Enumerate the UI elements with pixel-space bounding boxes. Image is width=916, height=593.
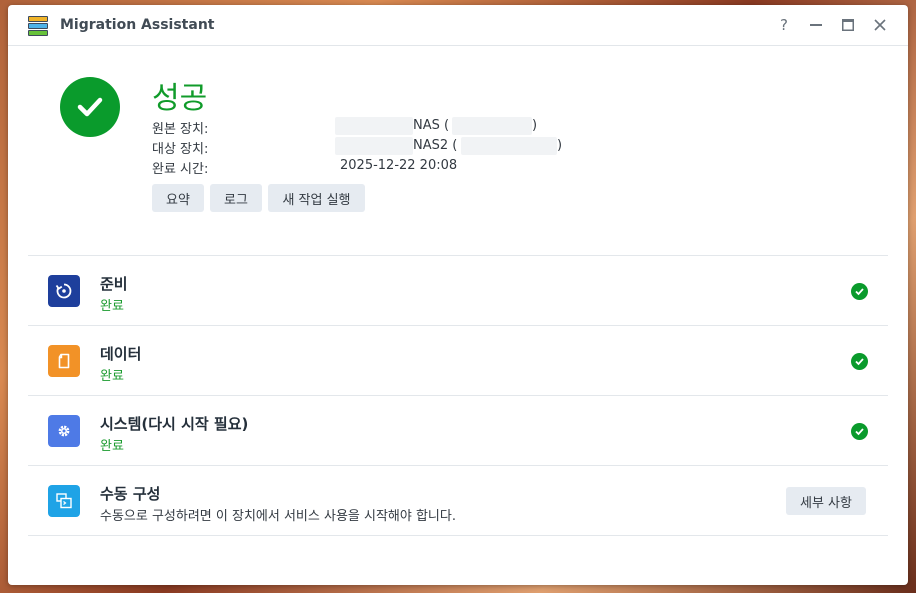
summary-button[interactable]: 요약 — [152, 184, 204, 212]
gear-icon — [48, 415, 80, 447]
task-description-manual-config: 수동으로 구성하려면 이 장치에서 서비스 사용을 시작해야 합니다. — [100, 509, 456, 524]
task-title-manual-config: 수동 구성 — [100, 485, 161, 503]
help-button[interactable]: ? — [774, 15, 794, 35]
task-title-data: 데이터 — [100, 345, 142, 363]
file-icon — [48, 345, 80, 377]
close-icon — [874, 19, 886, 31]
task-complete-check-icon — [851, 283, 868, 300]
source-device-label: 원본 장치: — [152, 122, 209, 137]
redacted-target-name — [335, 137, 413, 155]
redacted-source-address — [452, 117, 532, 135]
task-status-system: 완료 — [100, 439, 124, 454]
maximize-icon — [842, 19, 854, 31]
task-status-data: 완료 — [100, 369, 124, 384]
target-device-value: NAS2 ( — [413, 138, 458, 153]
divider — [28, 325, 888, 326]
redacted-target-address — [461, 137, 557, 155]
title-bar: Migration Assistant ? — [8, 5, 908, 46]
close-button[interactable] — [870, 15, 890, 35]
new-task-button[interactable]: 새 작업 실행 — [268, 184, 365, 212]
completion-time-label: 완료 시간: — [152, 162, 209, 177]
task-status-preparation: 완료 — [100, 299, 124, 314]
divider — [28, 465, 888, 466]
details-button[interactable]: 세부 사항 — [786, 487, 866, 515]
task-title-preparation: 준비 — [100, 275, 128, 293]
minimize-button[interactable] — [806, 15, 826, 35]
divider — [28, 255, 888, 256]
divider — [28, 535, 888, 536]
divider — [28, 395, 888, 396]
manual-config-icon — [48, 485, 80, 517]
minimize-icon — [810, 24, 822, 26]
completion-time-value: 2025-12-22 20:08 — [340, 158, 458, 173]
migration-assistant-window: Migration Assistant ? 성공 원본 장치: NAS ( ) … — [8, 5, 908, 585]
maximize-button[interactable] — [838, 15, 858, 35]
restart-icon — [48, 275, 80, 307]
redacted-source-name — [335, 117, 413, 135]
log-button[interactable]: 로그 — [210, 184, 262, 212]
result-title: 성공 — [152, 81, 208, 116]
migration-assistant-app-icon — [26, 14, 50, 38]
source-device-value: NAS ( — [413, 118, 450, 133]
target-device-label: 대상 장치: — [152, 142, 209, 157]
task-complete-check-icon — [851, 353, 868, 370]
source-device-close: ) — [532, 118, 538, 133]
task-title-system: 시스템(다시 시작 필요) — [100, 415, 249, 433]
target-device-close: ) — [557, 138, 563, 153]
success-check-icon — [60, 77, 120, 137]
task-complete-check-icon — [851, 423, 868, 440]
window-title: Migration Assistant — [60, 17, 215, 33]
